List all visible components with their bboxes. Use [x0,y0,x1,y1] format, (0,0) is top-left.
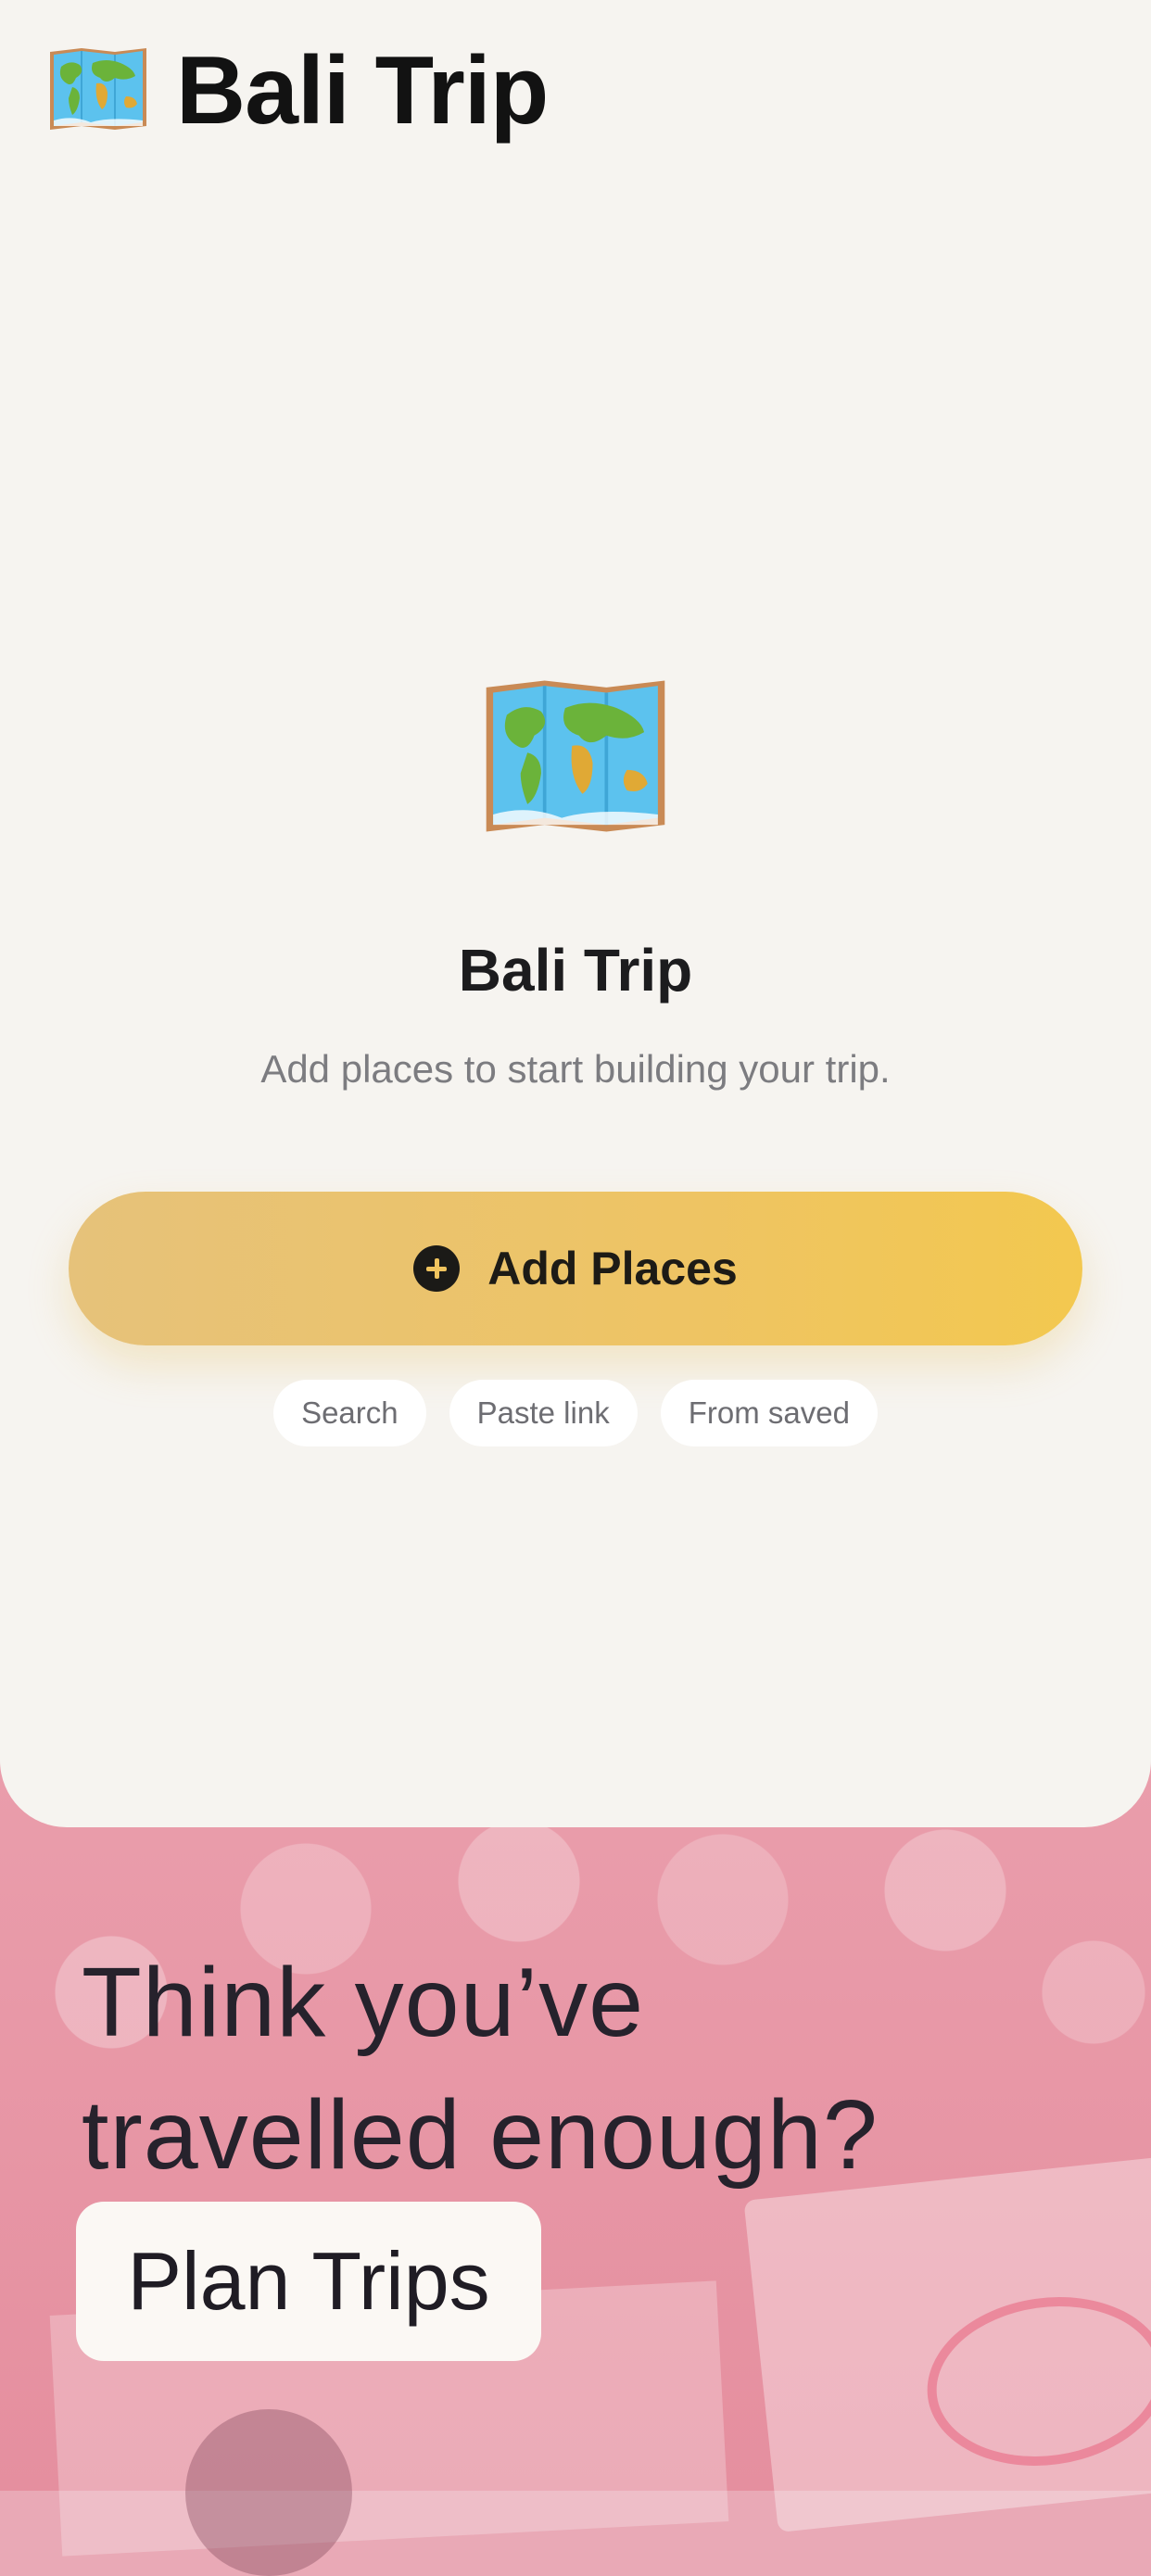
add-options: Search Paste link From saved [0,1380,1151,1448]
world-map-icon [483,676,668,840]
header: Bali Trip [48,36,549,145]
plan-trips-button[interactable]: Plan Trips [76,2202,541,2361]
promo-line-1: Think you’ve [82,1948,645,2057]
page-title: Bali Trip [176,36,549,145]
empty-state-title: Bali Trip [458,937,693,1004]
from-saved-chip[interactable]: From saved [660,1380,878,1446]
background-bowl [185,2409,352,2576]
search-chip[interactable]: Search [273,1380,426,1446]
promo-headline: Think you’ve travelled enough? [82,1937,1101,2202]
plus-circle-icon [413,1245,461,1292]
empty-state-subtitle: Add places to start building your trip. [260,1047,891,1091]
promo-line-2: travelled enough? [82,2080,879,2190]
world-map-icon [48,46,148,136]
add-places-button[interactable]: Add Places [69,1192,1082,1345]
add-places-label: Add Places [487,1243,738,1294]
trip-sheet: Bali Trip [0,0,1151,1827]
empty-state-illustration [0,676,1151,840]
paste-link-chip[interactable]: Paste link [449,1380,638,1446]
